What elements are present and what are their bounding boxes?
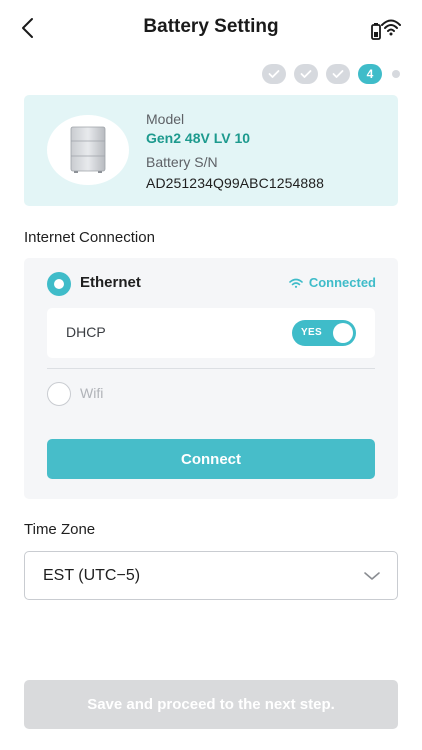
check-icon xyxy=(268,70,280,78)
check-icon xyxy=(332,70,344,78)
serial-label: Battery S/N xyxy=(146,154,218,170)
header: Battery Setting xyxy=(0,0,422,56)
step-completed xyxy=(262,64,286,84)
toggle-text: YES xyxy=(301,327,322,338)
step-current: 4 xyxy=(358,64,382,84)
battery-cabinet-icon xyxy=(70,126,106,173)
timezone-section-label: Time Zone xyxy=(24,521,96,538)
wifi-signal-icon xyxy=(289,278,303,288)
connection-panel: Ethernet Connected DHCP YES Wifi Connect xyxy=(24,258,398,499)
dhcp-row: DHCP YES xyxy=(47,308,375,358)
toggle-knob xyxy=(333,323,353,343)
internet-section-label: Internet Connection xyxy=(24,229,155,246)
page-title: Battery Setting xyxy=(143,16,279,37)
check-icon xyxy=(300,70,312,78)
battery-wifi-icon xyxy=(371,19,401,40)
step-upcoming xyxy=(392,70,400,78)
model-value: Gen2 48V LV 10 xyxy=(146,130,251,146)
step-completed xyxy=(294,64,318,84)
chevron-down-icon xyxy=(364,572,380,580)
step-completed xyxy=(326,64,350,84)
model-label: Model xyxy=(146,111,185,127)
battery-info-card: Model Gen2 48V LV 10 Battery S/N AD25123… xyxy=(24,95,398,206)
battery-image xyxy=(47,115,129,185)
step-progress: 4 xyxy=(262,64,400,84)
timezone-select[interactable]: EST (UTC−5) xyxy=(24,551,398,600)
device-status-button[interactable] xyxy=(370,14,404,42)
ethernet-radio[interactable] xyxy=(47,272,71,296)
save-proceed-button[interactable]: Save and proceed to the next step. xyxy=(24,680,398,729)
dhcp-toggle[interactable]: YES xyxy=(292,320,356,346)
divider xyxy=(47,368,375,369)
dhcp-label: DHCP xyxy=(66,324,106,340)
connection-status: Connected xyxy=(289,275,376,290)
ethernet-label[interactable]: Ethernet xyxy=(80,274,141,291)
serial-value: AD251234Q99ABC1254888 xyxy=(146,175,325,191)
wifi-label[interactable]: Wifi xyxy=(80,385,103,401)
connect-button[interactable]: Connect xyxy=(47,439,375,479)
status-text: Connected xyxy=(308,275,376,290)
timezone-value: EST (UTC−5) xyxy=(43,567,141,584)
wifi-radio[interactable] xyxy=(47,382,71,406)
